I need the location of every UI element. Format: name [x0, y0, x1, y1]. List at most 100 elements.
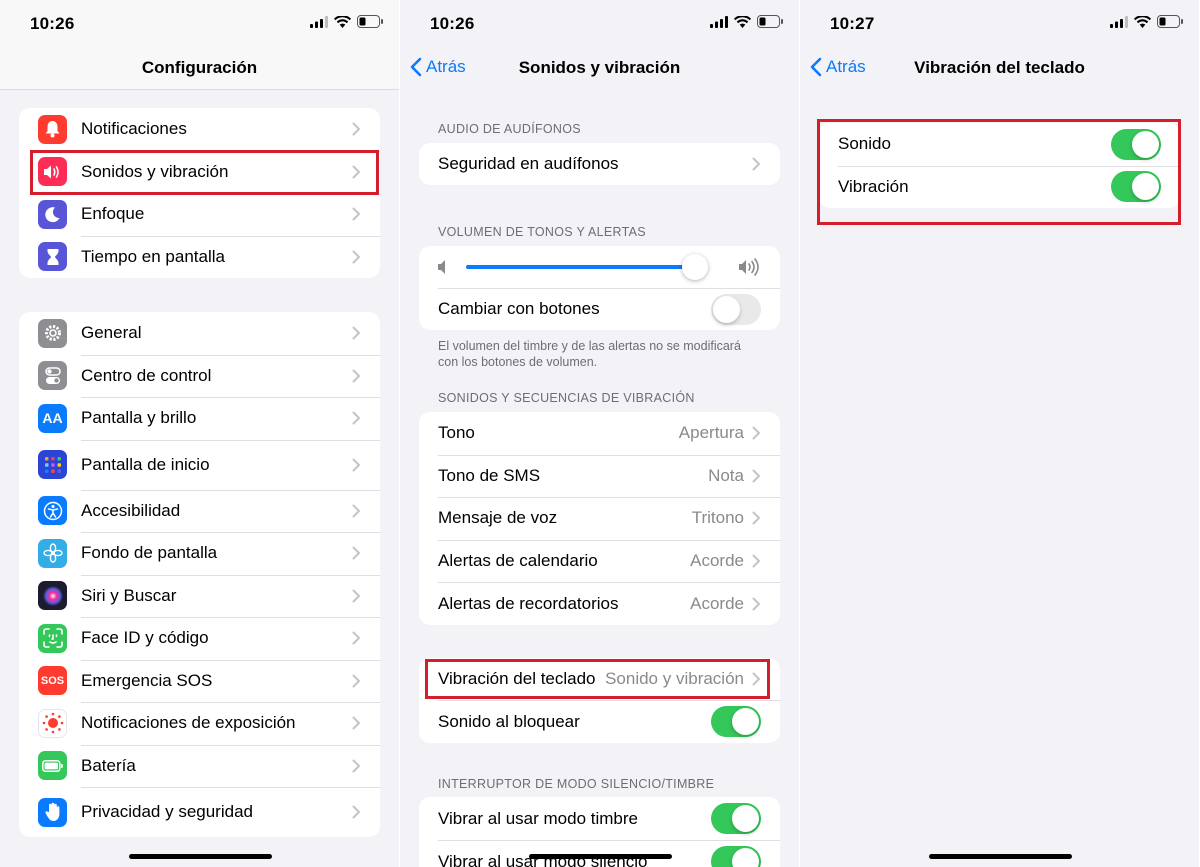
chevron-right-icon — [752, 511, 761, 525]
chevron-right-icon — [352, 504, 361, 518]
section-header-volume: VOLUMEN DE TONOS Y ALERTAS — [438, 225, 646, 239]
battery-status-icon — [1157, 15, 1183, 33]
status-icons — [1110, 15, 1183, 33]
chevron-right-icon — [352, 716, 361, 730]
volume-slider-track — [466, 265, 695, 269]
section-header-audio: AUDIO DE AUDÍFONOS — [438, 122, 581, 136]
accessibility-icon — [38, 496, 67, 526]
text-size-icon: AA — [38, 403, 67, 433]
row-label: Vibración — [838, 176, 909, 196]
toggles-icon — [38, 361, 67, 391]
exposure-icon — [38, 708, 67, 738]
battery-status-icon — [757, 15, 783, 33]
keyboard-group: Vibración del teclado Sonido y vibración… — [419, 658, 780, 743]
wifi-icon — [734, 15, 751, 33]
chevron-right-icon — [352, 326, 361, 340]
row-label: Face ID y código — [81, 628, 209, 648]
navigation-bar: Atrás Vibración del teclado — [800, 46, 1199, 90]
row-value: Acorde — [690, 551, 744, 571]
volume-slider-thumb[interactable] — [681, 254, 708, 280]
sound-row[interactable]: Tono Apertura — [419, 412, 780, 455]
speaker-low-icon — [438, 260, 445, 274]
face-id-icon — [38, 623, 67, 653]
row-value: Apertura — [678, 423, 744, 443]
settings-item-fondo-de-pantalla[interactable]: Fondo de pantalla — [19, 532, 380, 575]
row-label: Tono — [438, 423, 475, 443]
row-label: Emergencia SOS — [81, 670, 213, 690]
row-label: Notificaciones — [81, 119, 187, 139]
row-lock-sound[interactable]: Sonido al bloquear — [419, 700, 780, 743]
settings-item-face-id-y-codigo[interactable]: Face ID y código — [19, 617, 380, 660]
settings-item-pantalla-de-inicio[interactable]: Pantalla de inicio — [19, 439, 380, 490]
vibrate-toggle[interactable] — [711, 803, 761, 834]
row-label: Batería — [81, 755, 136, 775]
settings-item-general[interactable]: General — [19, 312, 380, 355]
settings-item-emergencia-sos[interactable]: SOS Emergencia SOS — [19, 659, 380, 703]
speaker-icon — [38, 157, 67, 187]
settings-item-bateria[interactable]: Batería — [19, 744, 380, 788]
chevron-right-icon — [352, 250, 361, 264]
chevron-right-icon — [752, 426, 761, 440]
chevron-right-icon — [752, 469, 761, 483]
chevron-right-icon — [352, 631, 361, 645]
home-grid-icon — [38, 450, 67, 479]
status-time: 10:26 — [430, 14, 475, 33]
keyboard-feedback-row[interactable]: Vibración — [819, 165, 1180, 209]
home-indicator[interactable] — [128, 854, 272, 859]
settings-item-privacidad-y-seguridad[interactable]: Privacidad y seguridad — [19, 787, 380, 837]
sound-toggle[interactable] — [1111, 128, 1161, 160]
settings-item-tiempo-en-pantalla[interactable]: Tiempo en pantalla — [19, 235, 380, 279]
settings-item-accesibilidad[interactable]: Accesibilidad — [19, 489, 380, 533]
home-indicator[interactable] — [928, 854, 1072, 859]
row-value: Acorde — [690, 593, 744, 613]
row-value: Sonido y vibración — [605, 669, 744, 688]
status-bar: 10:27 — [800, 0, 1199, 46]
keyboard-feedback-row[interactable]: Sonido — [819, 123, 1180, 166]
lock-sound-toggle[interactable] — [711, 706, 761, 737]
sound-row[interactable]: Alertas de recordatorios Acorde — [419, 582, 780, 625]
row-label: Centro de control — [81, 365, 212, 385]
row-change-with-buttons[interactable]: Cambiar con botones — [419, 288, 780, 330]
chevron-right-icon — [352, 674, 361, 688]
navigation-bar: Atrás Sonidos y vibración — [400, 46, 799, 90]
row-label: Seguridad en audífonos — [438, 154, 619, 173]
vibration-toggle[interactable] — [1111, 171, 1161, 203]
volume-slider[interactable] — [419, 246, 780, 288]
row-headphone-safety[interactable]: Seguridad en audífonos — [419, 143, 780, 185]
row-label: Fondo de pantalla — [81, 543, 218, 563]
sound-row[interactable]: Tono de SMS Nota — [419, 454, 780, 498]
row-label: Mensaje de voz — [438, 508, 558, 528]
settings-item-sonidos-y-vibracion[interactable]: Sonidos y vibración — [19, 150, 380, 194]
hand-icon — [38, 797, 67, 827]
status-icons — [310, 15, 383, 33]
settings-item-pantalla-y-brillo[interactable]: AA Pantalla y brillo — [19, 397, 380, 440]
change-with-buttons-toggle[interactable] — [711, 293, 761, 325]
settings-item-enfoque[interactable]: Enfoque — [19, 193, 380, 236]
status-time: 10:26 — [30, 14, 75, 33]
vibrate-toggle[interactable] — [711, 846, 761, 867]
chevron-right-icon — [352, 759, 361, 773]
row-label: Tiempo en pantalla — [81, 246, 225, 266]
page-title: Configuración — [141, 58, 258, 77]
home-indicator[interactable] — [528, 854, 672, 859]
keyboard-feedback-screen: 10:27 Atrás Vibración del teclado Sonido… — [800, 0, 1199, 867]
settings-item-notificaciones-de-exposicion[interactable]: Notificaciones de exposición — [19, 702, 380, 745]
sound-row[interactable]: Mensaje de voz Tritono — [419, 497, 780, 540]
row-label: Vibrar al usar modo timbre — [438, 808, 638, 828]
settings-item-centro-de-control[interactable]: Centro de control — [19, 354, 380, 398]
row-label: Enfoque — [81, 204, 145, 224]
section-header-silent: INTERRUPTOR DE MODO SILENCIO/TIMBRE — [438, 777, 715, 791]
navigation-bar: Configuración — [0, 46, 399, 90]
silent-mode-row[interactable]: Vibrar al usar modo timbre — [419, 797, 780, 840]
siri-icon — [38, 581, 67, 611]
status-icons — [710, 15, 783, 33]
row-label: Cambiar con botones — [438, 299, 600, 318]
settings-item-notificaciones[interactable]: Notificaciones — [19, 108, 380, 151]
sound-row[interactable]: Alertas de calendario Acorde — [419, 539, 780, 583]
row-keyboard-vibration[interactable]: Vibración del teclado Sonido y vibración — [419, 658, 780, 700]
status-bar: 10:26 — [400, 0, 799, 46]
wifi-icon — [1134, 15, 1151, 33]
settings-item-siri-y-buscar[interactable]: Siri y Buscar — [19, 574, 380, 618]
chevron-right-icon — [352, 805, 361, 819]
chevron-right-icon — [752, 157, 761, 171]
